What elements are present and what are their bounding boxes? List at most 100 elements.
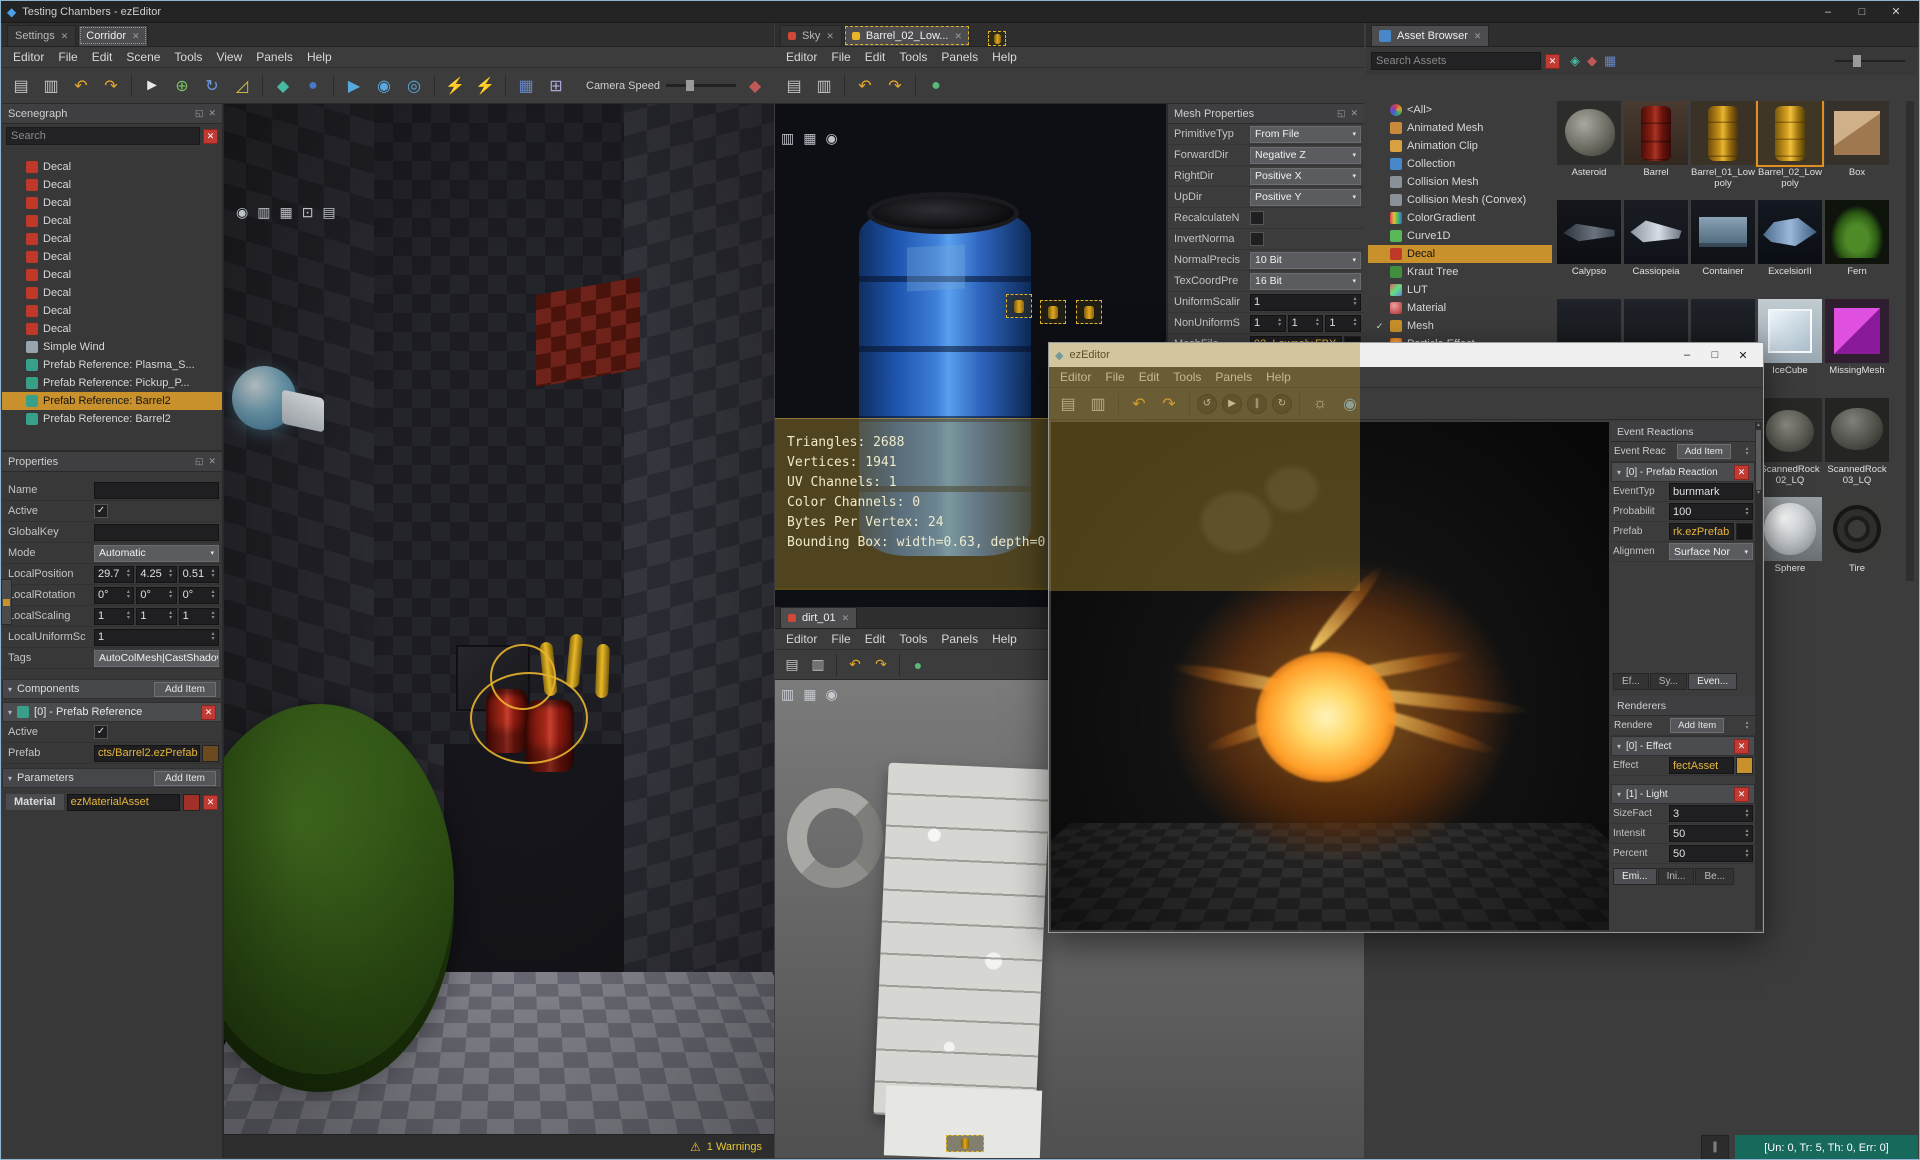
remove-component-button[interactable]: ✕ xyxy=(201,704,216,720)
eventtyp-input[interactable]: burnmark xyxy=(1669,483,1753,500)
asset-fern[interactable]: Fern xyxy=(1825,200,1889,277)
window-maximize-button[interactable]: □ xyxy=(1701,345,1729,365)
grid-icon[interactable]: ▦ xyxy=(279,204,292,221)
asset-type-collision-mesh-convex[interactable]: Collision Mesh (Convex) xyxy=(1368,191,1552,209)
asset-type-kraut-tree[interactable]: Kraut Tree xyxy=(1368,263,1552,281)
mode-dropdown[interactable]: Automatic ▾ xyxy=(94,544,219,562)
active-checkbox[interactable]: ✓ xyxy=(94,504,108,518)
localscaling-spinner-1[interactable]: 1 ▴ ▾ xyxy=(136,607,177,625)
window-close-button[interactable]: ✕ xyxy=(1729,345,1757,365)
simulate-icon[interactable]: ◉ xyxy=(371,73,397,99)
prefab-reference-component[interactable]: ▾ [0] - Prefab Reference ✕ xyxy=(2,702,222,722)
localscaling-spinner-0[interactable]: 1 ▴ ▾ xyxy=(94,607,135,625)
film-icon[interactable]: ▤ xyxy=(322,204,335,221)
effect-renderer-item[interactable]: ▾ [0] - Effect ✕ xyxy=(1611,736,1755,756)
close-tab-icon[interactable]: ✕ xyxy=(1474,31,1482,42)
percent-spinner[interactable]: 50 ▴ ▾ xyxy=(1669,845,1753,862)
remove-event-reaction-button[interactable]: ✕ xyxy=(1734,464,1749,480)
effect-asset-value[interactable]: fectAsset xyxy=(1669,757,1734,774)
scene-menu-edit[interactable]: Edit xyxy=(85,48,120,66)
mesh-menu-edit[interactable]: Edit xyxy=(858,48,893,66)
tab-be[interactable]: Be... xyxy=(1695,868,1735,885)
asset-type-animation-clip[interactable]: Animation Clip xyxy=(1368,137,1552,155)
particle-window-titlebar[interactable]: ◆ ezEditor – □ ✕ xyxy=(1049,343,1763,367)
nonuniforms-spinner-1[interactable]: 1 ▴ ▾ xyxy=(1287,314,1324,332)
asset-type-curve1d[interactable]: Curve1D xyxy=(1368,227,1552,245)
scene-3d-viewport[interactable]: ◉ ▥ ▦ ⊡ ▤ ⚠ 1 Warnings xyxy=(224,104,774,1158)
asset-cassiopeia[interactable]: Cassiopeia xyxy=(1624,200,1688,277)
recalculaten-checkbox[interactable] xyxy=(1250,211,1264,225)
globe-icon[interactable]: ● xyxy=(923,73,949,99)
select-icon[interactable]: ► xyxy=(139,73,165,99)
scenegraph-item-prefab-reference-barrel2[interactable]: Prefab Reference: Barrel2 xyxy=(2,392,222,410)
texture-menu-edit[interactable]: Edit xyxy=(858,630,893,648)
scenegraph-item-decal[interactable]: Decal xyxy=(2,284,222,302)
close-panel-icon[interactable]: ✕ xyxy=(208,108,216,119)
asset-search-input[interactable] xyxy=(1371,52,1541,70)
window-minimize-button[interactable]: – xyxy=(1673,345,1701,365)
forwarddir-dropdown[interactable]: Negative Z ▾ xyxy=(1250,146,1361,164)
render-mode-icon[interactable]: ▥ xyxy=(781,686,794,703)
intensit-spinner[interactable]: 50 ▴ ▾ xyxy=(1669,825,1753,842)
prefab-asset-value[interactable]: cts/Barrel2.ezPrefab xyxy=(94,744,200,762)
close-tab-icon[interactable]: ✕ xyxy=(954,31,962,42)
collapse-icon[interactable]: ▾ xyxy=(1617,742,1621,751)
particle-menu-editor[interactable]: Editor xyxy=(1053,368,1098,386)
tab-barrel-02-low[interactable]: Barrel_02_Low... ✕ xyxy=(843,25,970,46)
scene-menu-tools[interactable]: Tools xyxy=(167,48,209,66)
primitivetyp-dropdown[interactable]: From File ▾ xyxy=(1250,125,1361,143)
scenegraph-item-decal[interactable]: Decal xyxy=(2,212,222,230)
localposition-spinner-2[interactable]: 0.51 ▴ ▾ xyxy=(178,565,219,583)
asset-type-decal[interactable]: Decal xyxy=(1368,245,1552,263)
scenegraph-item-simple-wind[interactable]: Simple Wind xyxy=(2,338,222,356)
mesh-menu-editor[interactable]: Editor xyxy=(779,48,824,66)
scene-menu-view[interactable]: View xyxy=(209,48,249,66)
snap-icon[interactable]: ⊞ xyxy=(543,73,569,99)
asset-barrel-02-lowpoly[interactable]: Barrel_02_Lowpoly xyxy=(1756,101,1824,190)
screenshot-icon[interactable]: ◆ xyxy=(742,73,768,99)
float-panel-icon[interactable]: ◱ xyxy=(1337,108,1346,119)
save-icon[interactable]: ▤ xyxy=(1055,391,1081,417)
scene-menu-file[interactable]: File xyxy=(51,48,84,66)
undo-icon[interactable]: ↶ xyxy=(852,73,878,99)
scenegraph-item-decal[interactable]: Decal xyxy=(2,230,222,248)
asset-asteroid[interactable]: Asteroid xyxy=(1557,101,1621,178)
remove-renderer-button[interactable]: ✕ xyxy=(1734,738,1749,754)
camera-speed-slider[interactable] xyxy=(666,80,736,91)
grid-icon[interactable]: ▦ xyxy=(803,130,816,147)
localposition-spinner-1[interactable]: 4.25 ▴ ▾ xyxy=(136,565,177,583)
texture-menu-tools[interactable]: Tools xyxy=(892,630,934,648)
globalkey-input[interactable] xyxy=(94,523,219,541)
tags-dropdown[interactable]: AutoColMesh|CastShadow▾ xyxy=(94,649,219,667)
reorder-arrows-icon[interactable]: ▴ ▾ xyxy=(1742,720,1752,731)
normalprecis-dropdown[interactable]: 10 Bit ▾ xyxy=(1250,251,1361,269)
asset-excelsiorii[interactable]: ExcelsiorII xyxy=(1758,200,1822,277)
globe-icon[interactable]: ● xyxy=(907,654,929,676)
scenegraph-item-prefab-reference-barrel2[interactable]: Prefab Reference: Barrel2 xyxy=(2,410,222,428)
effect-browse-button[interactable] xyxy=(1736,757,1753,774)
particle-menu-edit[interactable]: Edit xyxy=(1132,368,1167,386)
material-asset-value[interactable]: ezMaterialAsset xyxy=(66,793,180,811)
tab-corridor[interactable]: Corridor ✕ xyxy=(78,25,148,46)
tab-ini[interactable]: Ini... xyxy=(1657,868,1695,885)
lightning-gold-icon[interactable]: ⚡ xyxy=(472,73,498,99)
import-asset-icon[interactable]: ◆ xyxy=(1587,53,1597,69)
camera-icon[interactable]: ◉ xyxy=(236,204,248,221)
save-all-icon[interactable]: ▥ xyxy=(1085,391,1111,417)
collapse-icon[interactable]: ▾ xyxy=(1617,790,1621,799)
asset-type-colorgradient[interactable]: ColorGradient xyxy=(1368,209,1552,227)
play-button[interactable]: ▶ xyxy=(1222,393,1242,414)
localrotation-spinner-0[interactable]: 0° ▴ ▾ xyxy=(94,586,135,604)
visualizers-icon[interactable]: ☼ xyxy=(1307,391,1333,417)
thumbnail-size-slider[interactable] xyxy=(1835,54,1905,68)
redo-icon[interactable]: ↷ xyxy=(98,73,124,99)
scene-menu-panels[interactable]: Panels xyxy=(249,48,300,66)
localscaling-spinner-2[interactable]: 1 ▴ ▾ xyxy=(178,607,219,625)
view-mode-icon[interactable]: ▦ xyxy=(1604,53,1616,69)
scenegraph-item-decal[interactable]: Decal xyxy=(2,158,222,176)
prefab-browse-button[interactable] xyxy=(202,744,219,762)
save-icon[interactable]: ▤ xyxy=(781,654,803,676)
grid-icon[interactable]: ▦ xyxy=(513,73,539,99)
globe-icon[interactable]: ● xyxy=(300,73,326,99)
window-maximize-button[interactable]: □ xyxy=(1845,2,1879,22)
